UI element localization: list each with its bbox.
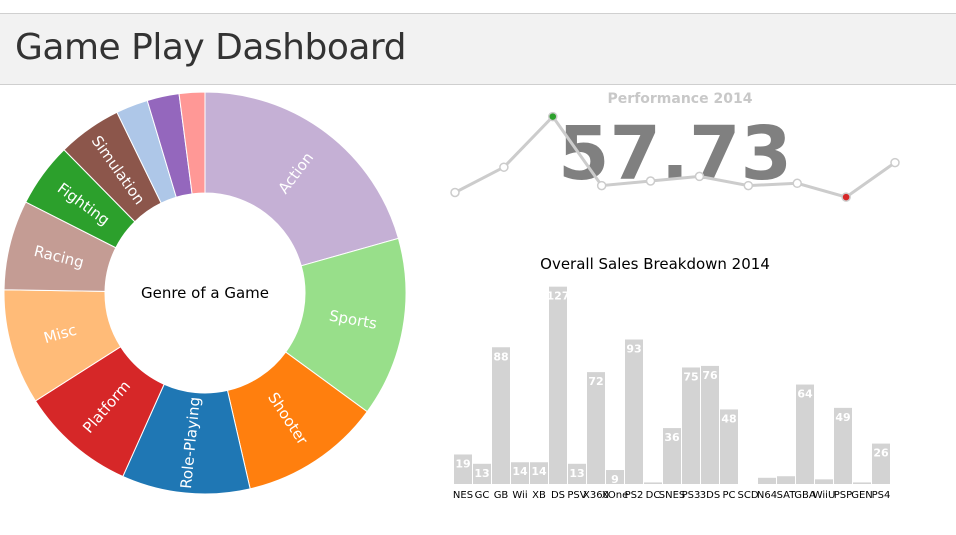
top-border xyxy=(0,0,956,14)
sparkline-point[interactable] xyxy=(743,180,754,191)
sparkline-point[interactable] xyxy=(499,162,509,172)
bar-category-label: GC xyxy=(475,490,490,501)
bar-category-label: PC xyxy=(722,490,735,501)
bar[interactable] xyxy=(549,286,567,484)
bar-value-label: 76 xyxy=(702,369,718,382)
bar[interactable] xyxy=(682,367,700,484)
bar[interactable] xyxy=(625,339,643,484)
bar-category-label: WiiU xyxy=(813,490,836,501)
bar-value-label: 9 xyxy=(611,473,619,486)
genre-donut-chart: ActionSportsShooterRole-PlayingPlatformM… xyxy=(3,91,407,495)
sparkline-point[interactable] xyxy=(890,157,900,168)
bar-category-label: XB xyxy=(532,490,546,501)
bar[interactable] xyxy=(758,477,776,484)
dashboard-header: Game Play Dashboard xyxy=(0,14,956,85)
bar-value-label: 48 xyxy=(721,412,736,425)
bar[interactable] xyxy=(701,365,719,484)
bar-chart-title: Overall Sales Breakdown 2014 xyxy=(540,255,770,273)
bar-category-label: PSP xyxy=(834,490,852,501)
bar-category-label: PS2 xyxy=(625,490,644,501)
bar-value-label: 127 xyxy=(547,290,570,303)
sparkline-point[interactable] xyxy=(694,171,705,182)
bar[interactable] xyxy=(644,482,662,484)
sparkline-point[interactable] xyxy=(548,111,558,122)
bar-value-label: 13 xyxy=(474,467,489,480)
bar-category-label: PS4 xyxy=(872,490,891,501)
bar[interactable] xyxy=(815,479,833,484)
kpi-title: Performance 2014 xyxy=(608,91,753,107)
page-title: Game Play Dashboard xyxy=(15,27,406,68)
bar-category-label: 3DS xyxy=(700,490,720,501)
bar-category-label: PS3 xyxy=(682,490,701,501)
sparkline-point[interactable] xyxy=(450,187,460,198)
bar-value-label: 75 xyxy=(683,370,698,383)
bar-category-label: GEN xyxy=(851,490,873,501)
bar-value-label: 72 xyxy=(588,375,603,388)
bar-value-label: 13 xyxy=(569,467,584,480)
bar-value-label: 88 xyxy=(493,350,508,363)
bar-category-label: NES xyxy=(453,490,473,501)
bar[interactable] xyxy=(777,476,795,484)
bar-value-label: 64 xyxy=(797,388,813,401)
bar-value-label: 14 xyxy=(531,465,547,478)
bar-category-label: DS xyxy=(551,490,565,501)
bar-category-label: Wii xyxy=(512,490,527,501)
sparkline-point[interactable] xyxy=(645,176,656,186)
bar[interactable] xyxy=(853,482,871,484)
bar-value-label: 26 xyxy=(873,447,889,460)
sparkline-point[interactable] xyxy=(792,178,802,189)
bar-value-label: 93 xyxy=(626,342,641,355)
bar-category-label: N64 xyxy=(757,490,777,501)
sparkline-point[interactable] xyxy=(841,192,851,202)
sales-bar-chart: Overall Sales Breakdown 2014 19NES13GC88… xyxy=(453,255,891,501)
bar[interactable] xyxy=(587,372,605,484)
bar-category-label: SCD xyxy=(737,490,758,501)
bar-value-label: 19 xyxy=(455,457,470,470)
bar-value-label: 36 xyxy=(664,431,680,444)
bar[interactable] xyxy=(492,347,510,484)
performance-kpi: Performance 2014 57.73 xyxy=(450,91,900,202)
bar-value-label: 49 xyxy=(835,411,850,424)
donut-center-label: Genre of a Game xyxy=(141,284,269,302)
sparkline-point[interactable] xyxy=(596,180,607,191)
bar-value-label: 14 xyxy=(512,465,528,478)
bar-category-label: GB xyxy=(494,490,509,501)
